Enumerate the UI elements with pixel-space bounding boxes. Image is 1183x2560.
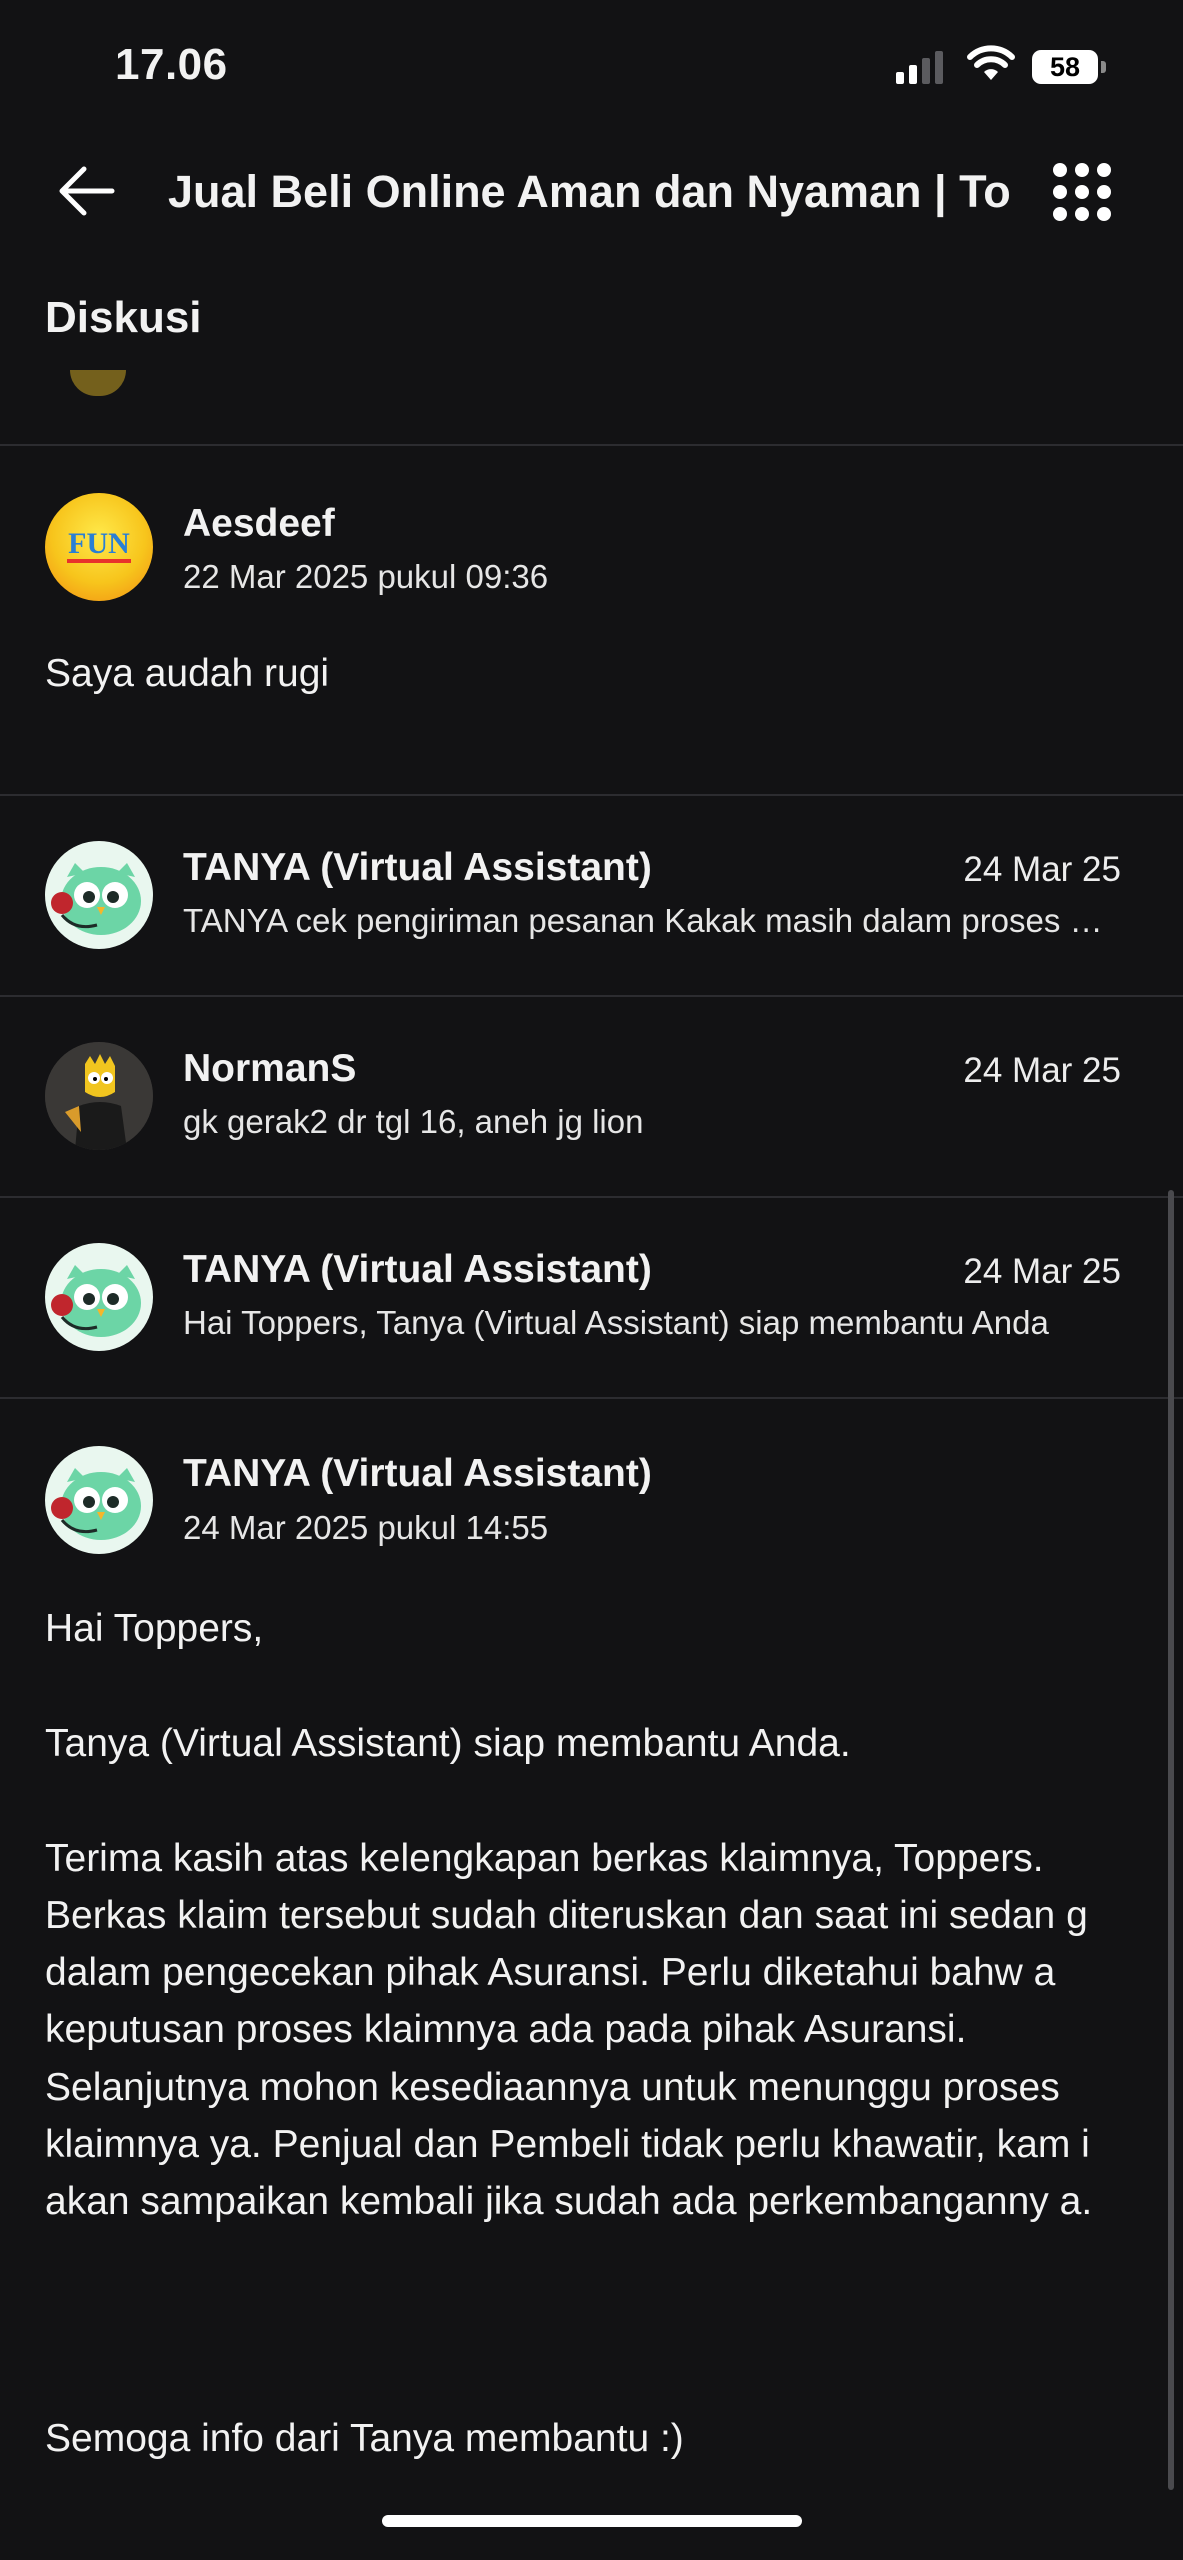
reply-author: TANYA (Virtual Assistant) [183, 1248, 652, 1291]
owl-mascot-icon [51, 1468, 141, 1540]
comment-text: Saya audah rugi [45, 652, 330, 695]
battery-icon: 58 [1032, 50, 1106, 84]
divider [0, 1397, 1183, 1399]
reply-paragraph: Tanya (Virtual Assistant) siap membantu … [45, 1722, 851, 1765]
reply-preview: gk gerak2 dr tgl 16, aneh jg lion [183, 1103, 644, 1140]
status-bar: 17.06 58 [0, 0, 1183, 130]
reply-paragraph: Hai Toppers, [45, 1607, 264, 1650]
comment-timestamp: 22 Mar 2025 pukul 09:36 [183, 558, 549, 595]
grid-menu-icon[interactable] [1052, 162, 1112, 222]
reply-date: 24 Mar 25 [963, 1252, 1121, 1291]
avatar [45, 1446, 153, 1554]
cartoon-character-icon [45, 1042, 153, 1150]
avatar-text: FUN [68, 527, 130, 560]
reply-item[interactable]: NormanS 24 Mar 25 gk gerak2 dr tgl 16, a… [0, 997, 1183, 1197]
owl-mascot-icon [51, 863, 141, 935]
reply-date: 24 Mar 25 [963, 850, 1121, 889]
home-indicator[interactable] [382, 2515, 802, 2527]
comment-author[interactable]: Aesdeef [183, 502, 335, 546]
cellular-signal-icon [896, 50, 943, 84]
page-title: Jual Beli Online Aman dan Nyaman | To [168, 166, 1011, 217]
reply-paragraph: Semoga info dari Tanya membantu :) [45, 2417, 684, 2460]
scrollbar[interactable] [1168, 1190, 1174, 2490]
owl-mascot-icon [51, 1265, 141, 1337]
back-arrow-icon[interactable] [56, 164, 116, 218]
header-bar: Jual Beli Online Aman dan Nyaman | To [0, 140, 1183, 240]
reply-date: 24 Mar 25 [963, 1051, 1121, 1090]
fun-logo-icon: FUN [67, 527, 131, 563]
avatar [45, 1042, 153, 1150]
screen: 17.06 58 Jual Beli Online Aman dan Nyama… [0, 0, 1183, 2560]
reply-item[interactable]: TANYA (Virtual Assistant) 24 Mar 25 Hai … [0, 1198, 1183, 1398]
reply-preview: TANYA cek pengiriman pesanan Kakak masih… [183, 902, 1118, 939]
battery-level: 58 [1032, 50, 1098, 84]
reply-author: TANYA (Virtual Assistant) [183, 846, 652, 889]
reply-paragraph: Terima kasih atas kelengkapan berkas kla… [45, 1837, 1088, 2051]
reply-author[interactable]: TANYA (Virtual Assistant) [183, 1452, 652, 1496]
status-time: 17.06 [115, 40, 228, 89]
section-title: Diskusi [45, 293, 202, 342]
avatar-partial [70, 370, 126, 396]
avatar [45, 841, 153, 949]
reply-timestamp: 24 Mar 2025 pukul 14:55 [183, 1509, 549, 1546]
avatar: FUN [45, 493, 153, 601]
reply-preview: Hai Toppers, Tanya (Virtual Assistant) s… [183, 1304, 1049, 1341]
divider [0, 444, 1183, 446]
reply-author: NormanS [183, 1047, 357, 1090]
avatar [45, 1243, 153, 1351]
reply-paragraph: Selanjutnya mohon kesediaannya untuk men… [45, 2066, 1093, 2223]
reply-item[interactable]: TANYA (Virtual Assistant) 24 Mar 25 TANY… [0, 796, 1183, 996]
wifi-icon [967, 45, 1015, 80]
